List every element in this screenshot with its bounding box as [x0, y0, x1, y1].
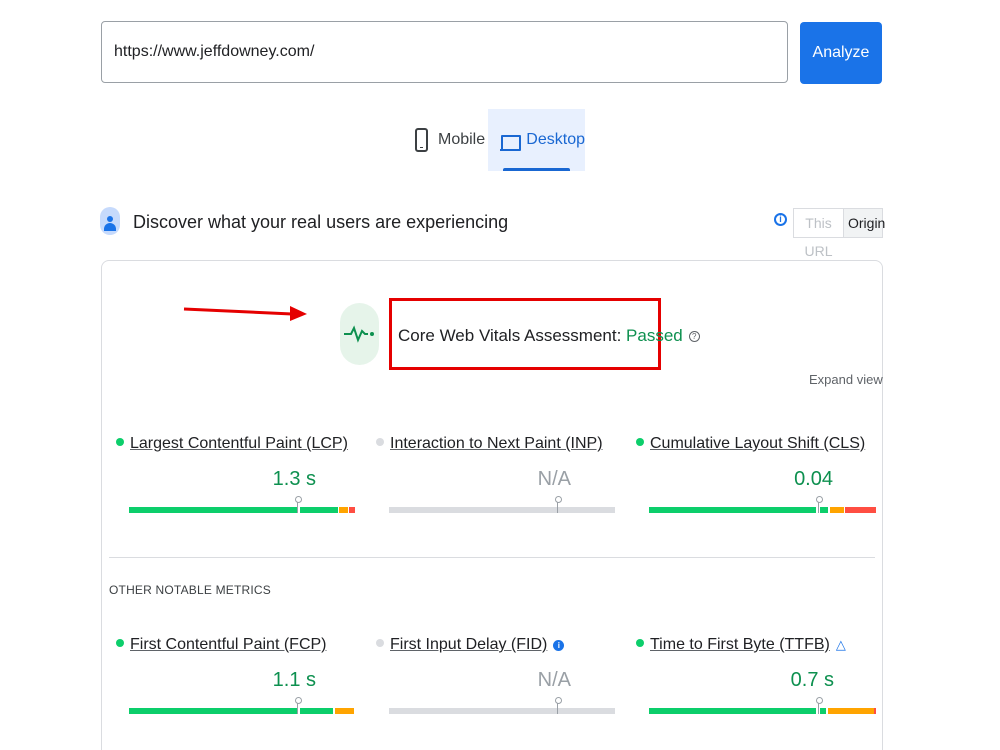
percentile-marker	[555, 697, 562, 714]
pulse-icon	[340, 303, 379, 365]
metric-inp: Interaction to Next Paint (INP) N/A	[376, 435, 615, 525]
status-dot	[376, 639, 384, 647]
metric-cls: Cumulative Layout Shift (CLS) 0.04	[636, 435, 876, 525]
active-tab-indicator	[503, 168, 570, 171]
metric-ttfb: Time to First Byte (TTFB) △ 0.7 s	[636, 636, 876, 726]
tab-mobile-label: Mobile	[438, 131, 486, 148]
cwv-assessment-status: Passed	[626, 326, 683, 345]
status-dot	[116, 438, 124, 446]
metric-value: 1.1 s	[272, 669, 316, 691]
status-dot	[636, 438, 644, 446]
url-input[interactable]	[101, 21, 788, 83]
metric-name-link[interactable]: Time to First Byte (TTFB)	[650, 636, 830, 653]
percentile-marker	[816, 697, 823, 714]
analyze-button[interactable]: Analyze	[800, 22, 882, 84]
bar-needs-improvement	[335, 708, 354, 714]
laptop-icon	[500, 134, 522, 151]
phone-icon	[415, 128, 428, 152]
divider	[109, 557, 875, 558]
metric-value: N/A	[537, 468, 571, 490]
bar-poor	[349, 507, 355, 513]
metric-fcp: First Contentful Paint (FCP) 1.1 s	[116, 636, 354, 726]
bar-needs-improvement	[830, 507, 844, 513]
section-title: Discover what your real users are experi…	[133, 212, 509, 232]
tab-mobile[interactable]: Mobile	[405, 109, 487, 171]
bar-good	[129, 708, 297, 714]
red-arrow-annotation	[183, 306, 307, 321]
status-dot	[636, 639, 644, 647]
bar-needs-improvement	[339, 507, 348, 513]
tab-desktop-label: Desktop	[526, 131, 585, 148]
metric-value: N/A	[537, 669, 571, 691]
percentile-marker	[555, 496, 562, 513]
metric-name-link[interactable]: First Contentful Paint (FCP)	[130, 636, 327, 653]
tab-desktop[interactable]: Desktop	[488, 109, 585, 171]
help-icon[interactable]: ?	[688, 331, 700, 342]
bar-good	[649, 708, 816, 714]
bar-na	[389, 708, 615, 714]
metric-name-link[interactable]: Cumulative Layout Shift (CLS)	[650, 435, 865, 452]
other-metrics-title: OTHER NOTABLE METRICS	[109, 583, 271, 597]
bar-good	[129, 507, 298, 513]
info-icon[interactable]: i	[774, 213, 787, 226]
url-origin-toggle[interactable]: This URL Origin	[793, 208, 885, 259]
cwv-assessment-label: Core Web Vitals Assessment:	[398, 326, 627, 345]
metric-lcp: Largest Contentful Paint (LCP) 1.3 s	[116, 435, 355, 525]
cwv-assessment: Core Web Vitals Assessment: Passed?	[398, 326, 700, 346]
bar-poor	[874, 708, 876, 714]
status-dot	[116, 639, 124, 647]
bar-needs-improvement	[828, 708, 874, 714]
metric-value: 0.7 s	[790, 669, 834, 691]
toggle-this-url[interactable]: This URL	[794, 209, 844, 259]
metric-name-link[interactable]: First Input Delay (FID)	[390, 636, 547, 653]
percentile-marker	[816, 496, 823, 513]
bar-good	[649, 507, 816, 513]
bar-good	[300, 708, 333, 714]
status-dot	[376, 438, 384, 446]
percentile-marker	[295, 496, 302, 513]
info-icon[interactable]: i	[553, 640, 565, 651]
flask-icon[interactable]: △	[836, 637, 846, 653]
bar-na	[389, 507, 615, 513]
metric-name-link[interactable]: Largest Contentful Paint (LCP)	[130, 435, 348, 452]
users-icon	[100, 207, 120, 235]
bar-good	[300, 507, 338, 513]
percentile-marker	[295, 697, 302, 714]
bar-poor	[845, 507, 876, 513]
metric-value: 1.3 s	[272, 468, 316, 490]
expand-view-link[interactable]: Expand view	[809, 372, 883, 387]
toggle-origin[interactable]: Origin	[844, 209, 885, 237]
metric-value: 0.04	[794, 468, 833, 490]
metric-name-link[interactable]: Interaction to Next Paint (INP)	[390, 435, 603, 452]
metric-fid: First Input Delay (FID) i N/A	[376, 636, 615, 726]
